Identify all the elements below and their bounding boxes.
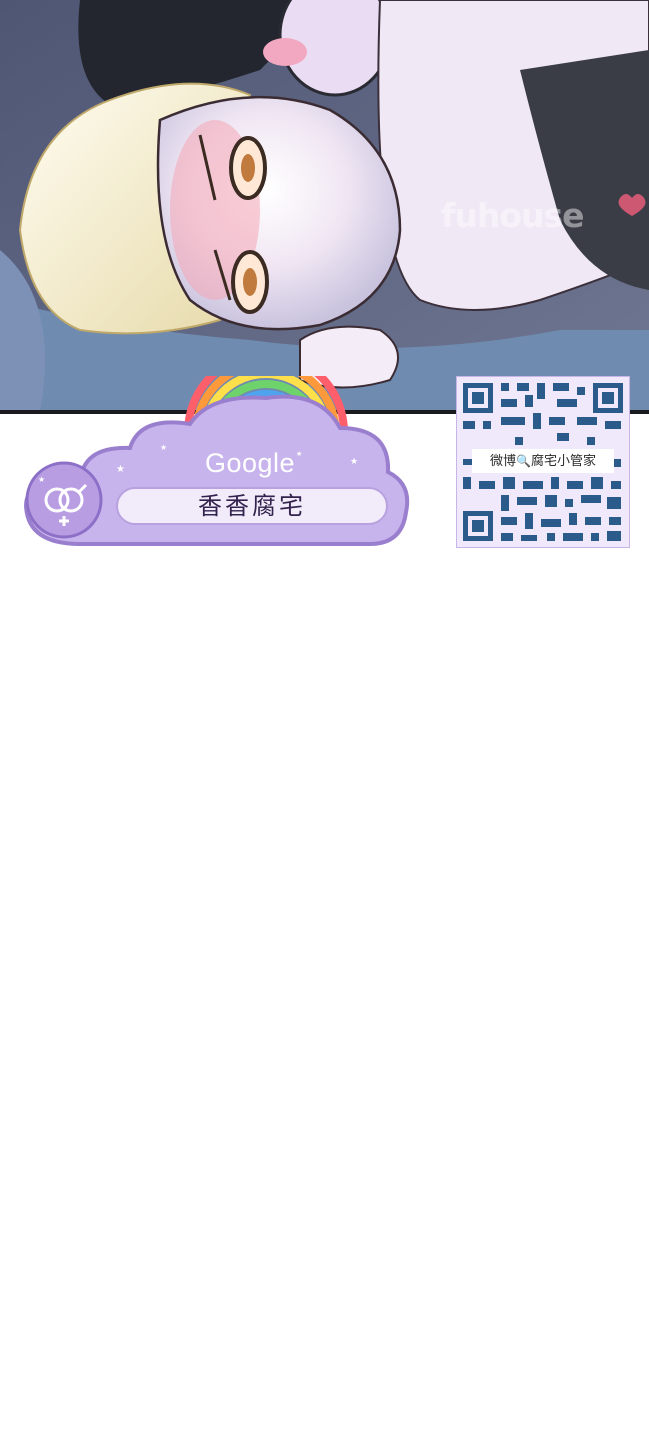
svg-text:★: ★ xyxy=(160,443,167,452)
svg-text:★: ★ xyxy=(350,457,358,467)
watermark-text: fuhouse xyxy=(441,196,585,235)
gender-symbol-icon: ★ xyxy=(25,461,103,539)
comic-panel: fuhouse xyxy=(0,0,649,412)
magnifier-icon: 🔍 xyxy=(516,454,531,468)
search-query-text: 香香腐宅 xyxy=(198,492,306,520)
qr-caption: 微博🔍腐宅小管家 xyxy=(472,449,614,473)
qr-caption-prefix: 微博 xyxy=(490,454,517,469)
svg-text:★: ★ xyxy=(116,464,125,475)
svg-text:★: ★ xyxy=(38,475,45,484)
qr-caption-suffix: 腐宅小管家 xyxy=(530,454,596,469)
search-engine-label: Google xyxy=(204,448,296,478)
